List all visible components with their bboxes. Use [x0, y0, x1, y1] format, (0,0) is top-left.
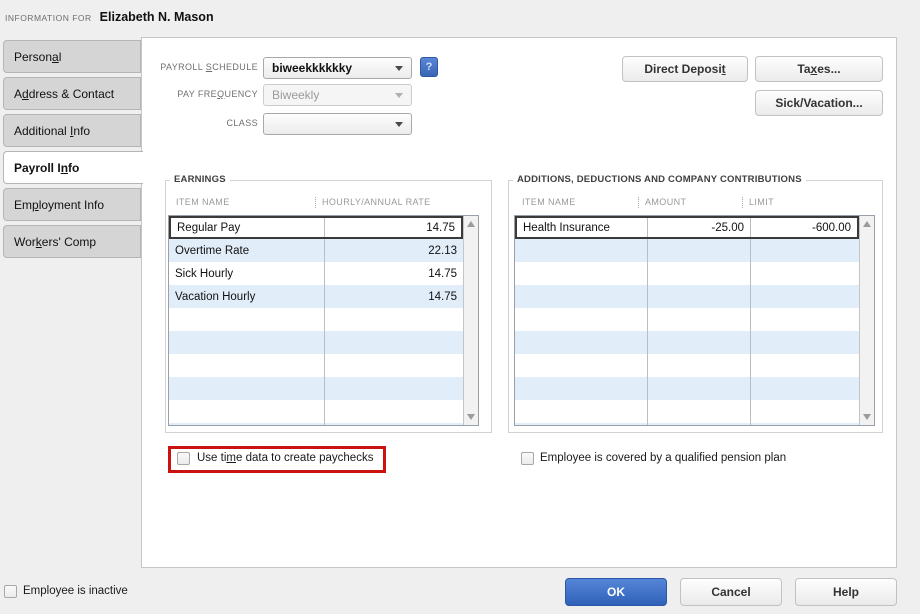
table-row[interactable]: [169, 400, 463, 423]
chevron-down-icon: [395, 93, 403, 98]
additions-item-name[interactable]: Health Insurance: [517, 218, 647, 237]
additions-item-amount[interactable]: -25.00: [647, 218, 750, 237]
help-icon[interactable]: ?: [420, 57, 438, 77]
column-separator: [315, 197, 316, 208]
payroll-schedule-value: biweekkkkkky: [272, 61, 395, 75]
tab-additional-info-label: Additional Info: [14, 124, 90, 138]
pay-frequency-value: Biweekly: [272, 88, 395, 102]
table-row[interactable]: [169, 331, 463, 354]
table-row[interactable]: [515, 377, 859, 400]
class-label: CLASS: [150, 118, 258, 128]
sick-vacation-button[interactable]: Sick/Vacation...: [755, 90, 883, 116]
class-dropdown[interactable]: [263, 113, 412, 135]
information-for-header: INFORMATION FOR Elizabeth N. Mason: [5, 10, 214, 24]
tab-additional-info[interactable]: Additional Info: [3, 114, 141, 147]
earnings-item-name[interactable]: Sick Hourly: [169, 262, 324, 285]
scroll-up-icon[interactable]: [863, 221, 871, 227]
additions-item-limit[interactable]: -600.00: [750, 218, 857, 237]
employee-inactive-label[interactable]: Employee is inactive: [23, 585, 128, 597]
payroll-schedule-label: PAYROLL SCHEDULE: [150, 62, 258, 72]
table-row[interactable]: [169, 423, 463, 425]
employee-inactive-checkbox[interactable]: [4, 585, 17, 598]
table-row[interactable]: [515, 331, 859, 354]
tab-workers-comp-label: Workers' Comp: [14, 235, 96, 249]
tab-employment-info-label: Employment Info: [14, 198, 104, 212]
table-row[interactable]: [169, 377, 463, 400]
earnings-item-name[interactable]: Overtime Rate: [169, 239, 324, 262]
table-row[interactable]: Sick Hourly 14.75: [169, 262, 463, 285]
use-time-data-checkbox[interactable]: [177, 452, 190, 465]
scroll-down-icon[interactable]: [467, 414, 475, 420]
pay-frequency-dropdown: Biweekly: [263, 84, 412, 106]
direct-deposit-button[interactable]: Direct Deposit: [622, 56, 748, 82]
earnings-col-rate: HOURLY/ANNUAL RATE: [322, 197, 431, 207]
scroll-up-icon[interactable]: [467, 221, 475, 227]
cancel-button[interactable]: Cancel: [680, 578, 782, 606]
taxes-button[interactable]: Taxes...: [755, 56, 883, 82]
column-separator: [638, 197, 639, 208]
sick-vacation-label: Sick/Vacation...: [775, 96, 862, 110]
additions-col-amount: AMOUNT: [645, 197, 742, 207]
payroll-schedule-dropdown[interactable]: biweekkkkkky: [263, 57, 412, 79]
table-row[interactable]: Health Insurance -25.00 -600.00: [515, 216, 859, 239]
tab-personal[interactable]: Personal: [3, 40, 141, 73]
additions-scrollbar[interactable]: [859, 216, 874, 425]
table-row[interactable]: [169, 354, 463, 377]
table-row[interactable]: [169, 308, 463, 331]
additions-deductions-title: ADDITIONS, DEDUCTIONS AND COMPANY CONTRI…: [513, 174, 806, 185]
column-separator: [742, 197, 743, 208]
information-for-label: INFORMATION FOR: [5, 13, 92, 23]
earnings-title: EARNINGS: [170, 174, 230, 185]
earnings-scrollbar[interactable]: [463, 216, 478, 425]
earnings-table[interactable]: Regular Pay 14.75 Overtime Rate 22.13 Si…: [168, 215, 479, 426]
tab-personal-label: Personal: [14, 50, 61, 64]
ok-button[interactable]: OK: [565, 578, 667, 606]
additions-column-headers: ITEM NAME AMOUNT LIMIT: [514, 195, 874, 209]
pension-plan-label[interactable]: Employee is covered by a qualified pensi…: [540, 452, 786, 464]
pension-plan-checkbox[interactable]: [521, 452, 534, 465]
additions-deductions-group: ADDITIONS, DEDUCTIONS AND COMPANY CONTRI…: [508, 180, 883, 433]
earnings-item-rate[interactable]: 14.75: [324, 262, 463, 285]
table-row[interactable]: [515, 354, 859, 377]
table-row[interactable]: [515, 400, 859, 423]
table-row[interactable]: [515, 308, 859, 331]
direct-deposit-label: Direct Deposit: [644, 62, 725, 76]
tab-payroll-info[interactable]: Payroll Info: [3, 151, 143, 184]
earnings-col-item-name: ITEM NAME: [168, 197, 315, 207]
earnings-item-rate[interactable]: 22.13: [324, 239, 463, 262]
additions-col-item-name: ITEM NAME: [514, 197, 638, 207]
tab-payroll-info-label: Payroll Info: [14, 161, 79, 175]
help-button[interactable]: Help: [795, 578, 897, 606]
employee-name: Elizabeth N. Mason: [100, 10, 214, 24]
tab-address-contact-label: Address & Contact: [14, 87, 114, 101]
earnings-item-rate[interactable]: 14.75: [324, 285, 463, 308]
use-time-data-label[interactable]: Use time data to create paychecks: [197, 452, 373, 464]
additions-col-limit: LIMIT: [749, 197, 774, 207]
table-row[interactable]: [515, 262, 859, 285]
tab-employment-info[interactable]: Employment Info: [3, 188, 141, 221]
earnings-column-headers: ITEM NAME HOURLY/ANNUAL RATE: [168, 195, 478, 209]
chevron-down-icon: [395, 122, 403, 127]
table-row[interactable]: [515, 423, 859, 425]
pay-frequency-label: PAY FREQUENCY: [150, 89, 258, 99]
tab-address-contact[interactable]: Address & Contact: [3, 77, 141, 110]
earnings-group: EARNINGS ITEM NAME HOURLY/ANNUAL RATE Re…: [165, 180, 492, 433]
earnings-item-rate[interactable]: 14.75: [324, 218, 461, 237]
earnings-item-name[interactable]: Vacation Hourly: [169, 285, 324, 308]
additions-table[interactable]: Health Insurance -25.00 -600.00: [514, 215, 875, 426]
table-row[interactable]: [515, 239, 859, 262]
chevron-down-icon: [395, 66, 403, 71]
taxes-label: Taxes...: [797, 62, 840, 76]
tab-workers-comp[interactable]: Workers' Comp: [3, 225, 141, 258]
table-row[interactable]: Overtime Rate 22.13: [169, 239, 463, 262]
earnings-item-name[interactable]: Regular Pay: [171, 218, 324, 237]
table-row[interactable]: Vacation Hourly 14.75: [169, 285, 463, 308]
table-row[interactable]: [515, 285, 859, 308]
table-row[interactable]: Regular Pay 14.75: [169, 216, 463, 239]
scroll-down-icon[interactable]: [863, 414, 871, 420]
